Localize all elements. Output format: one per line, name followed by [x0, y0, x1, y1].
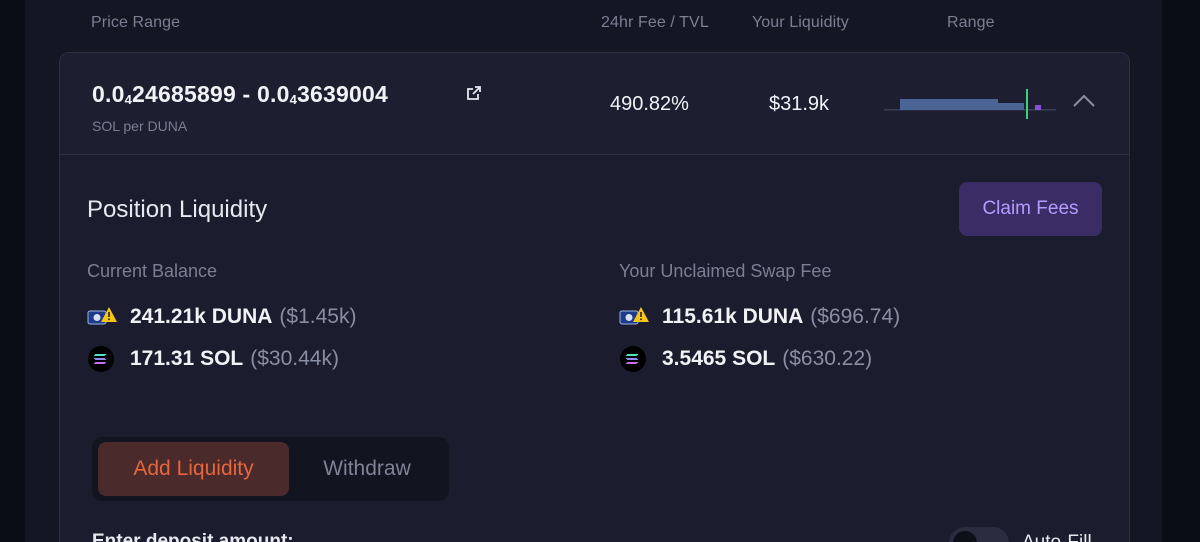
- auto-fill-toggle[interactable]: [949, 527, 1009, 542]
- external-link-icon[interactable]: [466, 85, 482, 101]
- range-chart: [884, 89, 1056, 119]
- position-row[interactable]: 0.0424685899 - 0.043639004 SOL per DUNA …: [60, 53, 1129, 155]
- unclaimed-row-duna: 115.61k DUNA ($696.74): [619, 302, 900, 332]
- unclaimed-amount: 3.5465 SOL: [662, 347, 776, 370]
- unclaimed-usd: ($696.74): [810, 305, 901, 328]
- column-header-your-liquidity: Your Liquidity: [752, 14, 849, 31]
- unclaimed-row-sol: 3.5465 SOL ($630.22): [619, 344, 872, 374]
- claim-fees-button[interactable]: Claim Fees: [959, 182, 1102, 236]
- unclaimed-amount: 115.61k DUNA: [662, 305, 804, 328]
- balance-row-sol: 171.31 SOL ($30.44k): [87, 344, 339, 374]
- pair-label: SOL per DUNA: [92, 118, 188, 134]
- duna-token-icon: [87, 307, 117, 325]
- unclaimed-usd: ($630.22): [782, 347, 873, 370]
- auto-fill-label: Auto-Fill: [1022, 532, 1092, 542]
- range-chart-out-of-range: [1035, 105, 1041, 110]
- section-title: Position Liquidity: [87, 196, 268, 223]
- tab-add-liquidity[interactable]: Add Liquidity: [98, 442, 289, 496]
- liquidity-tabs: Add Liquidity Withdraw: [92, 437, 449, 501]
- tab-withdraw[interactable]: Withdraw: [297, 442, 437, 496]
- balance-amount: 171.31 SOL: [130, 347, 244, 370]
- duna-token-icon: [619, 307, 649, 325]
- range-chart-bar: [900, 99, 998, 110]
- unclaimed-fee-label: Your Unclaimed Swap Fee: [619, 261, 832, 281]
- liquidity-value: $31.9k: [769, 93, 830, 115]
- fee-tvl-value: 490.82%: [610, 93, 689, 115]
- price-range-value: 0.0424685899 - 0.043639004: [92, 81, 388, 107]
- current-balance-label: Current Balance: [87, 261, 218, 281]
- position-card: 0.0424685899 - 0.043639004 SOL per DUNA …: [59, 52, 1130, 542]
- chevron-up-icon[interactable]: [1072, 93, 1096, 109]
- sol-token-icon: [88, 346, 114, 372]
- sol-token-icon: [620, 346, 646, 372]
- balance-amount: 241.21k DUNA: [130, 305, 273, 328]
- column-header-range: Range: [947, 14, 995, 31]
- range-chart-bar: [998, 103, 1024, 110]
- toggle-knob: [953, 531, 977, 542]
- deposit-amount-label: Enter deposit amount:: [92, 531, 294, 542]
- column-header-fee-tvl: 24hr Fee / TVL: [601, 14, 709, 31]
- balance-usd: ($30.44k): [250, 347, 339, 370]
- balance-usd: ($1.45k): [279, 305, 357, 328]
- column-header-price-range: Price Range: [91, 14, 181, 31]
- range-chart-current-price: [1026, 89, 1028, 119]
- balance-row-duna: 241.21k DUNA ($1.45k): [87, 302, 356, 332]
